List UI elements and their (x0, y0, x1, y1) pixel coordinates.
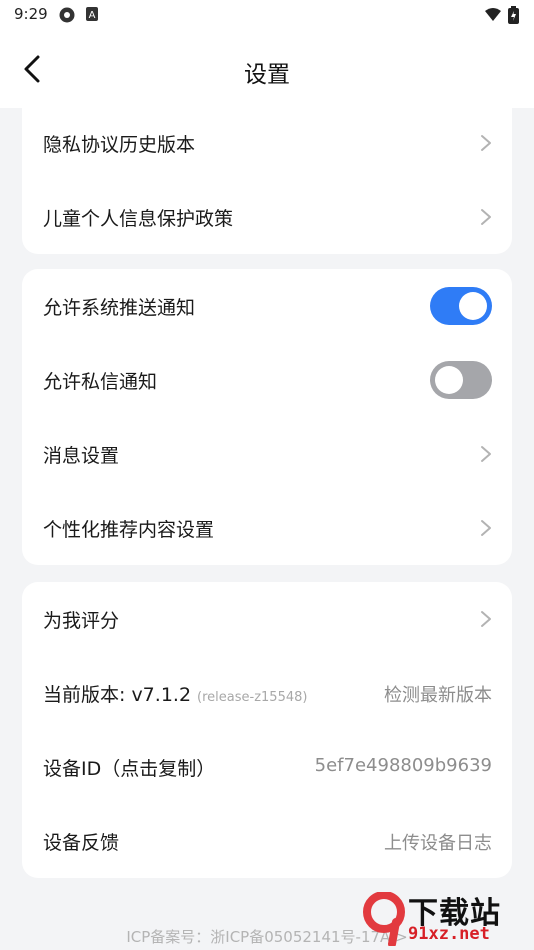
wifi-icon (485, 8, 501, 21)
top-app-bar: 设置 (0, 30, 534, 108)
check-update-link[interactable]: 检测最新版本 (384, 681, 492, 707)
child-privacy-row[interactable]: 儿童个人信息保护政策 (22, 180, 512, 254)
build-text: (release-z15548) (197, 690, 308, 705)
push-notify-row: 允许系统推送通知 (22, 269, 512, 343)
chevron-right-icon (481, 520, 491, 536)
device-id-row[interactable]: 设备ID（点击复制） 5ef7e498809b9639 (22, 730, 512, 804)
dm-notify-toggle[interactable] (430, 361, 492, 399)
toggle-knob (435, 366, 463, 394)
watermark-url: 91xz.net (408, 924, 490, 944)
watermark-logo-icon (363, 892, 405, 946)
watermark: 下载站 91xz.net (362, 888, 534, 950)
chevron-right-icon (481, 611, 491, 627)
device-feedback-label: 设备反馈 (43, 832, 120, 854)
push-notify-label: 允许系统推送通知 (43, 297, 196, 319)
status-time: 9:29 (14, 5, 48, 23)
push-notify-toggle[interactable] (430, 287, 492, 325)
child-privacy-label: 儿童个人信息保护政策 (43, 208, 234, 230)
upload-log-link[interactable]: 上传设备日志 (384, 829, 492, 855)
version-row: 当前版本: v7.1.2 (release-z15548) 检测最新版本 (22, 656, 512, 730)
toggle-knob (459, 292, 487, 320)
recommend-settings-row[interactable]: 个性化推荐内容设置 (22, 491, 512, 565)
svg-text:A: A (89, 10, 96, 21)
chevron-right-icon (481, 446, 491, 462)
status-bar: 9:29 A (0, 0, 534, 30)
app-a-icon: A (86, 7, 98, 21)
notification-card: 允许系统推送通知 允许私信通知 消息设置 个性化推荐内容设置 (22, 269, 512, 565)
message-settings-label: 消息设置 (43, 445, 120, 467)
battery-icon (508, 6, 519, 24)
device-feedback-row: 设备反馈 上传设备日志 (22, 804, 512, 878)
rate-row[interactable]: 为我评分 (22, 582, 512, 656)
rate-label: 为我评分 (43, 610, 120, 632)
message-settings-row[interactable]: 消息设置 (22, 417, 512, 491)
version-label: 当前版本: v7.1.2 (release-z15548) (43, 680, 307, 707)
about-card: 为我评分 当前版本: v7.1.2 (release-z15548) 检测最新版本… (22, 582, 512, 878)
device-id-value: 5ef7e498809b9639 (314, 755, 492, 776)
page-title: 设置 (244, 62, 290, 88)
privacy-history-row[interactable]: 隐私协议历史版本 (22, 106, 512, 180)
recommend-settings-label: 个性化推荐内容设置 (43, 519, 215, 541)
privacy-card: 隐私协议历史版本 儿童个人信息保护政策 (22, 106, 512, 254)
sync-icon (59, 7, 75, 23)
privacy-history-label: 隐私协议历史版本 (43, 134, 196, 156)
dm-notify-row: 允许私信通知 (22, 343, 512, 417)
version-text: 当前版本: v7.1.2 (43, 684, 192, 706)
chevron-right-icon (481, 135, 491, 151)
dm-notify-label: 允许私信通知 (43, 371, 158, 393)
device-id-label: 设备ID（点击复制） (43, 758, 216, 780)
chevron-right-icon (481, 209, 491, 225)
